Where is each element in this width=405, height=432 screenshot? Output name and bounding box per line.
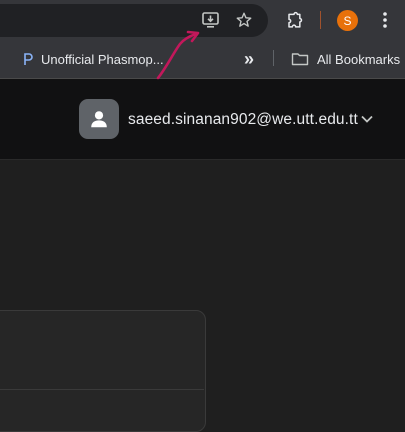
extensions-puzzle-icon[interactable] xyxy=(282,9,306,33)
chevron-down-icon[interactable] xyxy=(357,109,377,129)
bookmark-label: Unofficial Phasmop... xyxy=(41,51,164,67)
annotation-arrow-icon xyxy=(156,30,200,80)
person-icon xyxy=(91,111,107,128)
kebab-menu-icon[interactable] xyxy=(375,9,395,31)
user-avatar[interactable] xyxy=(79,99,119,139)
bookmark-phasmophobia[interactable]: Unofficial Phasmop... xyxy=(22,40,164,78)
folder-icon xyxy=(291,52,309,66)
content-card xyxy=(0,310,206,432)
chevron-double-right-icon: » xyxy=(244,48,255,69)
address-bar[interactable] xyxy=(0,4,268,37)
all-bookmarks-button[interactable]: All Bookmarks xyxy=(291,40,400,78)
app-header: saeed.sinanan902@we.utt.edu.tt xyxy=(0,79,405,160)
user-email[interactable]: saeed.sinanan902@we.utt.edu.tt xyxy=(128,111,358,129)
bookmark-star-icon[interactable] xyxy=(233,9,255,31)
toolbar-divider xyxy=(320,11,321,29)
profile-avatar[interactable]: S xyxy=(337,10,358,31)
card-divider xyxy=(0,389,204,390)
bookmarks-overflow-button[interactable]: » xyxy=(244,40,254,78)
phasmophobia-favicon xyxy=(22,52,34,66)
all-bookmarks-label: All Bookmarks xyxy=(317,51,401,67)
bookmarks-separator xyxy=(273,50,274,66)
